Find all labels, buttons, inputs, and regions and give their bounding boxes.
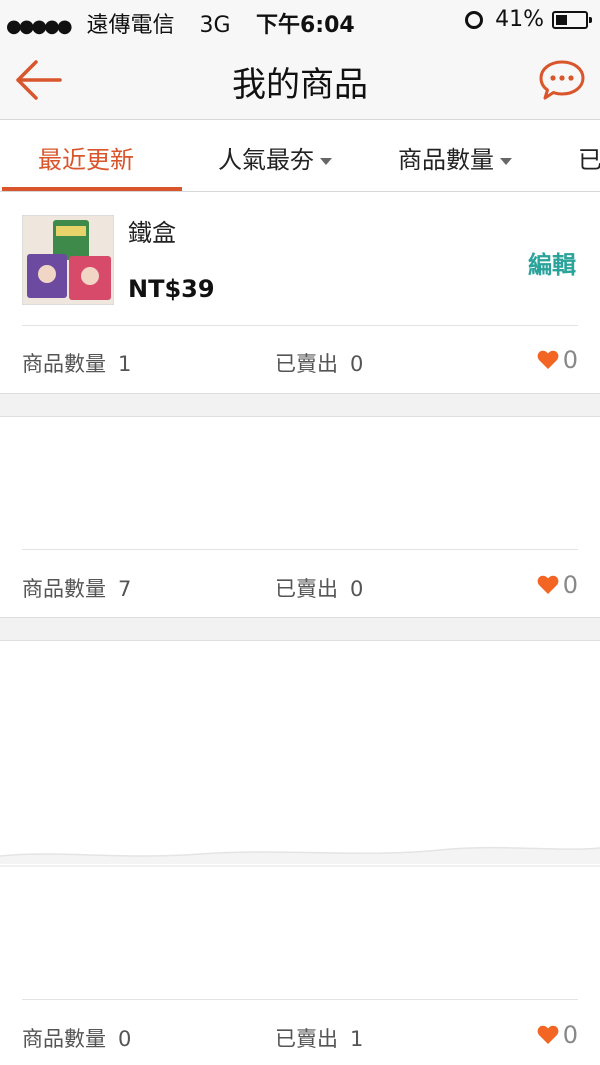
likes-stat: 0 [537,1021,578,1049]
product-card[interactable]: 商品數量 7 已賣出 0 0 [0,417,600,617]
quantity-stat: 商品數量 0 [22,1023,131,1053]
sold-label: 已賣出 [275,1027,338,1051]
likes-count: 0 [562,346,578,374]
chat-button[interactable] [538,58,586,102]
quantity-label: 商品數量 [22,1027,106,1051]
quantity-label: 商品數量 [22,577,106,601]
sold-value: 1 [350,1027,364,1051]
tab-recent-update[interactable]: 最近更新 [38,140,134,175]
likes-count: 0 [562,1021,578,1049]
row-divider [22,549,578,550]
status-time: 下午6:04 [256,13,355,38]
caret-down-icon [500,157,512,165]
heart-icon [537,350,559,369]
product-card[interactable]: 鐵盒 NT$39 編輯 商品數量 1 已賣出 0 0 [0,193,600,393]
product-image [23,216,113,304]
signal-strength-icon: ●●●●● [6,16,73,37]
tab-quantity[interactable]: 商品數量 [398,140,512,175]
quantity-value: 7 [118,577,132,601]
tab-label: 商品數量 [398,146,494,174]
sold-label: 已賣出 [275,352,338,376]
tab-label: 已 [578,146,600,174]
quantity-value: 0 [118,1027,132,1051]
sort-tabs: 最近更新 人氣最夯 商品數量 已 [0,120,600,192]
status-left: ●●●●● 遠傳電信 3G [6,7,231,39]
quantity-value: 1 [118,352,132,376]
network-type: 3G [199,13,231,38]
page-title: 我的商品 [232,65,368,105]
paper-edge-decoration [0,846,600,867]
likes-stat: 0 [537,571,578,599]
product-name: 鐵盒 [128,219,176,247]
tab-label: 最近更新 [38,146,134,174]
tab-popular[interactable]: 人氣最夯 [218,140,332,175]
row-divider [22,325,578,326]
caret-down-icon [320,157,332,165]
status-right: 41% [465,7,592,32]
product-price: NT$39 [128,275,215,303]
status-bar: ●●●●● 遠傳電信 3G 下午6:04 41% [0,0,600,40]
alarm-clock-icon [465,10,484,29]
tab-sold[interactable]: 已 [578,140,600,175]
sold-stat: 已賣出 0 [275,573,363,603]
quantity-label: 商品數量 [22,352,106,376]
product-thumbnail[interactable] [22,215,114,305]
quantity-stat: 商品數量 7 [22,573,131,603]
quantity-stat: 商品數量 1 [22,348,131,378]
likes-count: 0 [562,571,578,599]
edit-button[interactable]: 編輯 [528,245,576,280]
heart-icon [537,575,559,594]
battery-percent: 41% [495,7,544,32]
carrier-name: 遠傳電信 [86,13,175,38]
sold-stat: 已賣出 0 [275,348,363,378]
battery-level-fill [556,14,567,25]
sold-value: 0 [350,577,364,601]
row-divider [22,999,578,1000]
battery-icon [552,10,592,29]
card-separator [0,617,600,641]
likes-stat: 0 [537,346,578,374]
sold-stat: 已賣出 1 [275,1023,363,1053]
chat-bubble-icon [539,60,585,100]
heart-icon [537,1025,559,1044]
active-tab-indicator [2,187,182,191]
card-separator [0,393,600,417]
tab-label: 人氣最夯 [218,146,314,174]
sold-label: 已賣出 [275,577,338,601]
nav-bar: 我的商品 [0,40,600,120]
sold-value: 0 [350,352,364,376]
